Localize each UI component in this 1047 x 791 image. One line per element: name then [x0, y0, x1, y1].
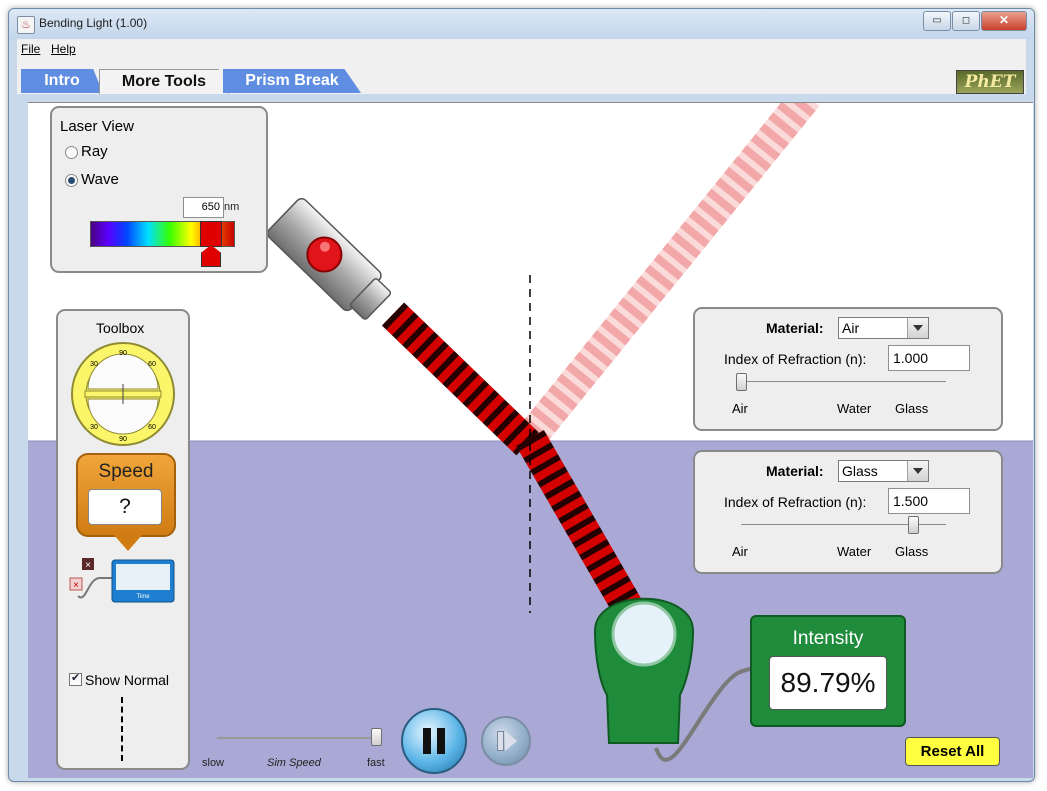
sim-speed-fast: fast [367, 757, 385, 769]
slider-label-water: Water [837, 544, 872, 559]
menu-help[interactable]: Help [51, 42, 76, 56]
material-panel-bottom: Material: Glass Index of Refraction (n):… [693, 450, 1003, 574]
protractor-label: 90 [119, 436, 127, 443]
index-slider-track-top[interactable] [741, 381, 946, 382]
sim-canvas: Laser View Ray Wave 650 nm Toolbox 90 30 [28, 102, 1033, 778]
protractor-label: 30 [90, 424, 98, 431]
close-button[interactable]: ✕ [981, 11, 1027, 31]
material-label-top: Material: [766, 320, 824, 336]
app-window: ♨ Bending Light (1.00) ▭ ◻ ✕ File Help I… [8, 8, 1035, 782]
ray-radio[interactable] [65, 146, 78, 159]
wavelength-thumb[interactable] [201, 245, 221, 267]
intensity-meter[interactable]: Intensity 89.79% [750, 615, 906, 727]
slider-label-air: Air [732, 544, 748, 559]
laser-view-title: Laser View [60, 118, 134, 135]
menu-file[interactable]: File [21, 42, 40, 56]
tab-intro[interactable]: Intro [21, 69, 103, 93]
pause-button[interactable] [401, 708, 467, 774]
wave-radio[interactable] [65, 174, 78, 187]
sim-speed-track[interactable] [217, 737, 377, 739]
protractor-label: 60 [148, 424, 156, 431]
step-forward-icon [497, 731, 504, 751]
laser-pointer[interactable] [265, 196, 396, 325]
material-panel-top: Material: Air Index of Refraction (n): 1… [693, 307, 1003, 431]
material-label-bottom: Material: [766, 463, 824, 479]
index-label-bottom: Index of Refraction (n): [724, 494, 867, 510]
material-select-top[interactable]: Air [838, 317, 929, 339]
step-forward-button[interactable] [481, 716, 531, 766]
tab-prism-break[interactable]: Prism Break [223, 69, 361, 93]
wave-label: Wave [81, 171, 119, 188]
pause-icon [423, 728, 431, 754]
show-normal-label: Show Normal [85, 672, 170, 688]
slider-label-glass: Glass [895, 544, 929, 559]
index-label-top: Index of Refraction (n): [724, 351, 867, 367]
svg-text:×: × [73, 580, 79, 591]
sim-speed-thumb[interactable] [371, 728, 382, 746]
phet-logo: PhET [956, 70, 1024, 94]
slider-label-glass: Glass [895, 401, 929, 416]
wavelength-field[interactable]: 650 [183, 197, 224, 218]
speed-pointer [114, 535, 142, 551]
wavelength-unit: nm [224, 201, 240, 213]
reset-all-button[interactable]: Reset All [905, 737, 1000, 766]
intensity-sensor[interactable] [593, 597, 695, 744]
material-select-value: Air [842, 320, 860, 336]
time-label: Time [136, 594, 150, 600]
step-forward-arrow [505, 731, 517, 751]
protractor-label: 90 [119, 350, 127, 357]
speed-label: Speed [98, 461, 154, 482]
protractor-tool[interactable]: 90 30 60 30 60 90 [70, 341, 176, 447]
incident-beam [381, 302, 539, 456]
index-slider-thumb-bottom[interactable] [908, 516, 919, 534]
slider-label-air: Air [732, 401, 748, 416]
normal-tool-icon[interactable] [121, 697, 123, 761]
sim-speed-label: Sim Speed [267, 757, 321, 769]
restore-button[interactable]: ◻ [952, 11, 980, 31]
toolbox-title: Toolbox [96, 320, 145, 336]
menu-bar: File Help [17, 39, 1026, 59]
sim-speed-slow: slow [202, 757, 225, 769]
index-slider-thumb-top[interactable] [736, 373, 747, 391]
protractor-label: 30 [90, 361, 98, 368]
speed-tool[interactable]: Speed ? [76, 453, 176, 537]
window-title: Bending Light (1.00) [39, 16, 148, 30]
index-field-top[interactable]: 1.000 [888, 345, 970, 371]
intensity-value: 89.79% [769, 656, 887, 710]
slider-label-water: Water [837, 401, 872, 416]
chevron-down-icon [907, 318, 928, 338]
intensity-label: Intensity [792, 628, 864, 649]
svg-text:×: × [85, 560, 91, 571]
show-normal-checkbox[interactable]: ✔ [69, 672, 82, 686]
title-bar: ♨ Bending Light (1.00) ▭ ◻ ✕ [9, 9, 1034, 39]
pause-icon-bar [437, 728, 445, 754]
material-select-value: Glass [842, 463, 878, 479]
laser-view-panel: Laser View Ray Wave 650 nm [50, 106, 268, 273]
material-select-bottom[interactable]: Glass [838, 460, 929, 482]
toolbox-panel: Toolbox 90 30 60 30 60 90 Speed ? × × Ti… [56, 309, 190, 770]
chevron-down-icon [907, 461, 928, 481]
wavelength-indicator [200, 221, 222, 247]
tab-bar: Intro More Tools Prism Break PhET [17, 59, 1026, 94]
speed-value: ? [88, 489, 162, 525]
minimize-button[interactable]: ▭ [923, 11, 951, 31]
ray-label: Ray [81, 143, 108, 160]
tab-more-tools[interactable]: More Tools [99, 69, 229, 94]
java-cup-icon: ♨ [17, 16, 35, 34]
time-sensor-tool[interactable]: × × Time [68, 556, 178, 606]
index-field-bottom[interactable]: 1.500 [888, 488, 970, 514]
protractor-label: 60 [148, 361, 156, 368]
